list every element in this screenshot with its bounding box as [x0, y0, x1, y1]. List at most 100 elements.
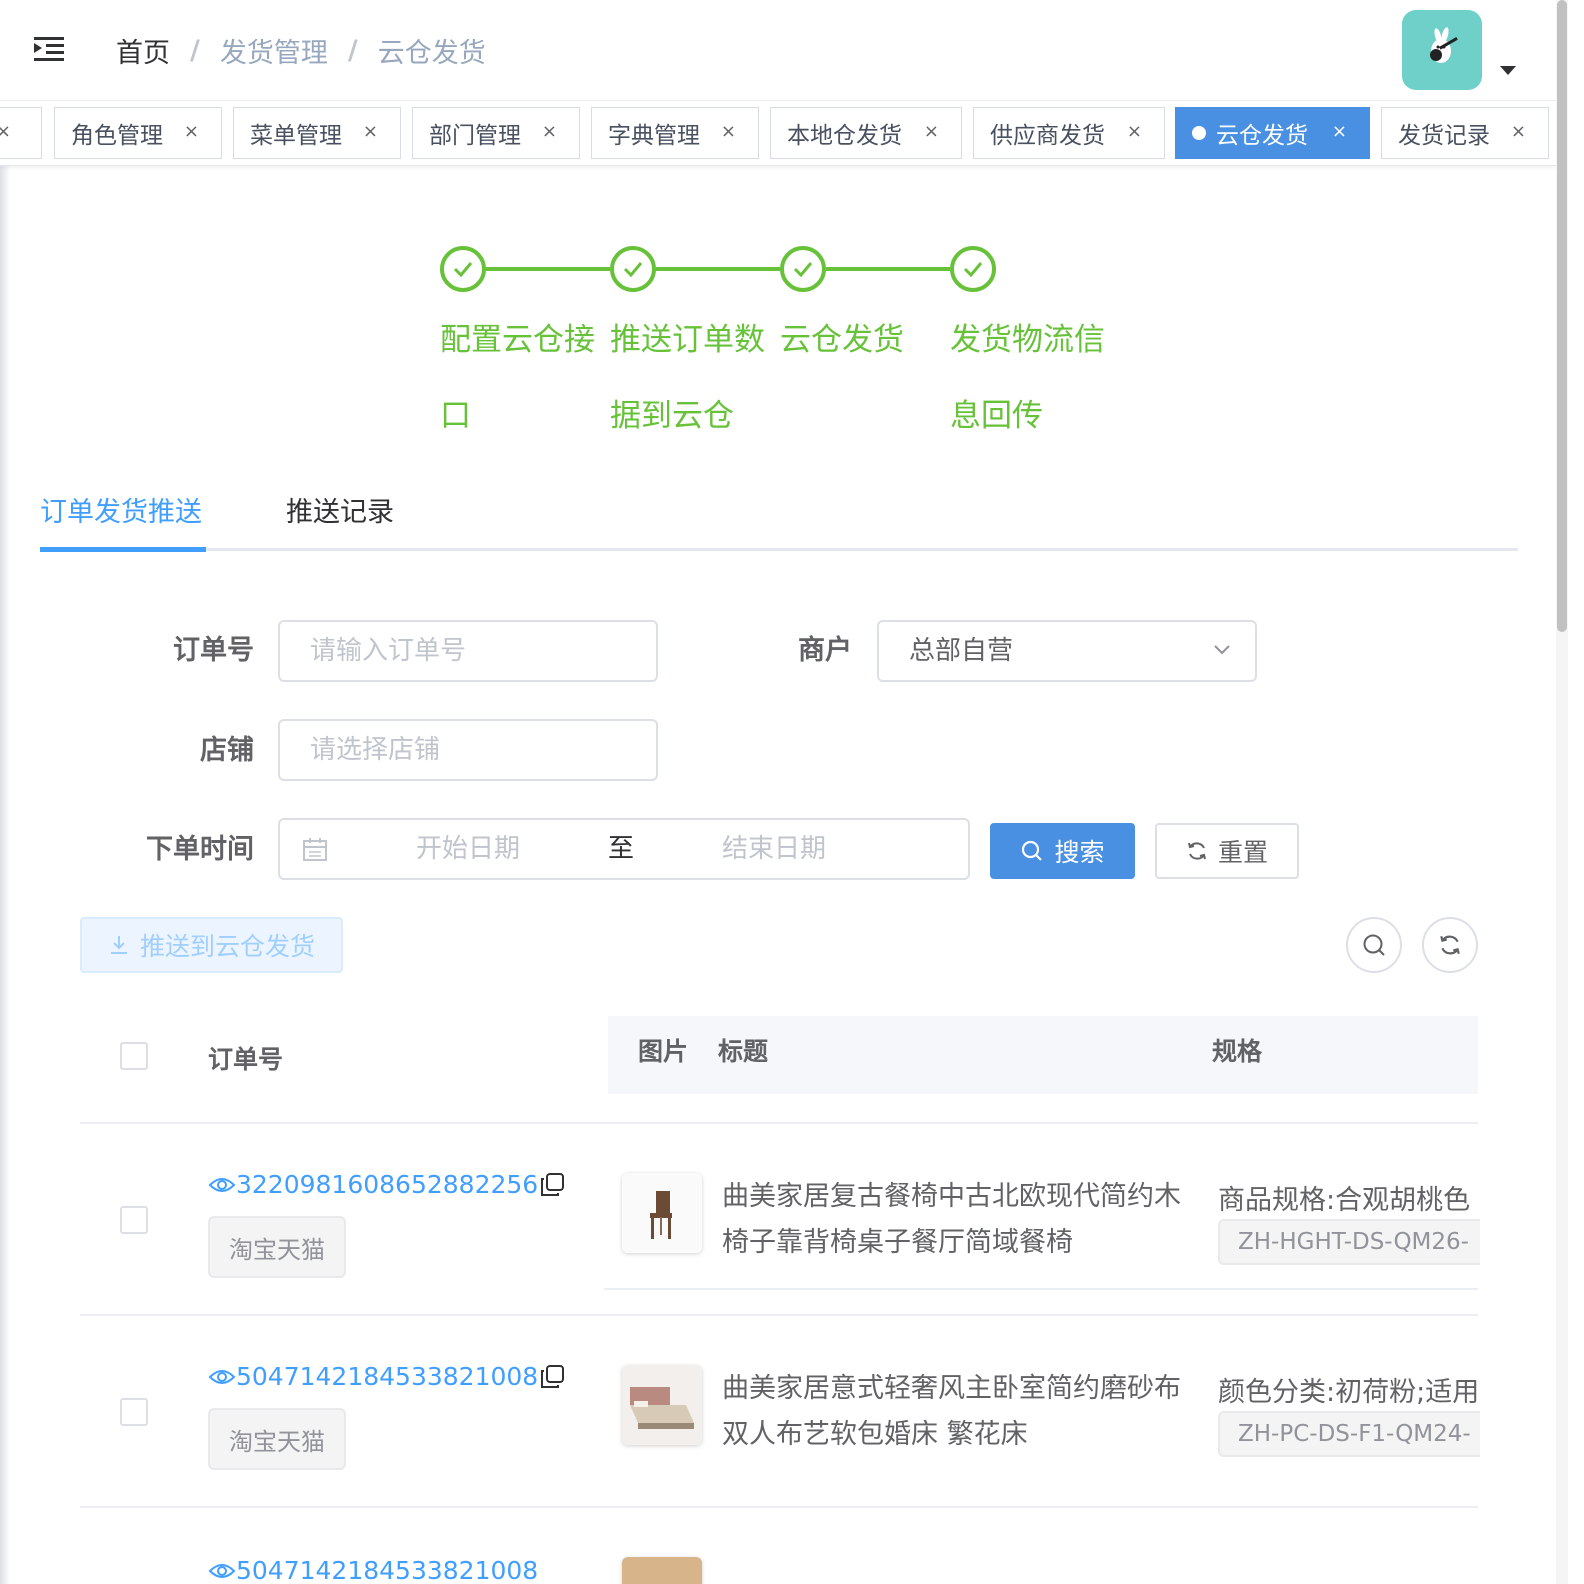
row-divider: [80, 1314, 1478, 1316]
row-divider: [80, 1506, 1478, 1508]
order-time-range-picker[interactable]: 开始日期 至 结束日期: [278, 818, 970, 880]
check-icon: [623, 262, 643, 278]
subrow-divider: [604, 1288, 1478, 1290]
row-checkbox[interactable]: [120, 1398, 148, 1426]
check-icon: [453, 262, 473, 278]
tag-label: 本地仓发货: [787, 123, 902, 149]
product-thumbnail[interactable]: [622, 1173, 702, 1253]
tag-supplier-shipping[interactable]: 供应商发货 ×: [973, 107, 1165, 159]
shop-select[interactable]: 请选择店铺: [278, 719, 658, 781]
tag-partial[interactable]: ×: [0, 107, 42, 159]
product-title: 曲美家居意式轻奢风主卧室简约磨砂布双人布艺软包婚床 繁花床: [722, 1373, 1181, 1450]
copy-icon[interactable]: [538, 1363, 566, 1391]
product-spec: 商品规格:合观胡桃色: [1218, 1185, 1471, 1216]
left-edge-shadow: [0, 0, 10, 1584]
avatar-dropdown-caret-icon[interactable]: [1500, 66, 1516, 75]
merchant-selected-value: 总部自营: [909, 636, 1014, 666]
tag-close-icon[interactable]: ×: [1511, 121, 1526, 142]
order-no-link[interactable]: 5047142184533821008: [208, 1362, 566, 1391]
calendar-icon: [303, 838, 327, 861]
active-dot-icon: [1192, 126, 1206, 140]
tag-shipping-records[interactable]: 发货记录 ×: [1381, 107, 1549, 159]
step-3-circle: [780, 246, 826, 292]
header-spec: 规格: [1212, 1037, 1263, 1066]
breadcrumb-separator: /: [347, 34, 358, 66]
tag-close-icon[interactable]: ×: [924, 121, 939, 142]
order-no-link[interactable]: 3220981608652882256: [208, 1170, 566, 1199]
tag-label: 角色管理: [71, 123, 163, 149]
navbar: 首页 / 发货管理 / 云仓发货: [0, 0, 1556, 100]
header-title: 标题: [718, 1037, 769, 1066]
refresh-icon: [1188, 842, 1206, 860]
merchant-label: 商户: [798, 635, 852, 666]
refresh-icon: [1440, 935, 1460, 955]
platform-tag: 淘宝天猫: [208, 1216, 346, 1278]
order-no-placeholder: 请输入订单号: [310, 636, 467, 666]
tabs-divider: [40, 548, 1518, 551]
tag-role-management[interactable]: 角色管理 ×: [54, 107, 222, 159]
search-button[interactable]: 搜索: [990, 823, 1135, 879]
product-spec: 颜色分类:初荷粉;适用: [1218, 1377, 1478, 1408]
tag-local-warehouse-shipping[interactable]: 本地仓发货 ×: [770, 107, 962, 159]
step-1-circle: [440, 246, 486, 292]
order-no-input[interactable]: 请输入订单号: [278, 620, 658, 682]
tag-close-icon[interactable]: ×: [184, 121, 199, 142]
tag-label: 部门管理: [429, 123, 521, 149]
product-thumbnail[interactable]: [622, 1557, 702, 1584]
breadcrumb-home[interactable]: 首页: [116, 31, 170, 70]
shop-placeholder: 请选择店铺: [310, 735, 441, 765]
order-no-link[interactable]: 5047142184533821008: [208, 1556, 538, 1584]
step-connector: [656, 267, 780, 271]
tag-close-icon[interactable]: ×: [1127, 121, 1142, 142]
tag-dept-management[interactable]: 部门管理 ×: [412, 107, 580, 159]
tag-label: 供应商发货: [990, 123, 1105, 149]
tag-close-icon[interactable]: ×: [0, 121, 11, 142]
check-icon: [793, 262, 813, 278]
step-connector: [826, 267, 950, 271]
tab-order-push[interactable]: 订单发货推送: [40, 490, 202, 536]
page-scrollbar-thumb[interactable]: [1557, 0, 1567, 632]
breadcrumb-section: 发货管理: [219, 37, 328, 69]
eye-icon: [208, 1563, 236, 1578]
start-date-placeholder[interactable]: 开始日期: [416, 820, 520, 878]
shop-label: 店铺: [200, 735, 254, 766]
step-2-circle: [610, 246, 656, 292]
search-icon: [1022, 840, 1043, 861]
push-to-cloud-button[interactable]: 推送到云仓发货: [80, 917, 343, 973]
tag-close-icon[interactable]: ×: [363, 121, 378, 142]
merchant-select[interactable]: 总部自营: [877, 620, 1257, 682]
breadcrumb: 首页 / 发货管理 / 云仓发货: [116, 30, 486, 70]
tag-cloud-warehouse-shipping[interactable]: 云仓发货 ×: [1175, 107, 1370, 159]
reset-button[interactable]: 重置: [1155, 823, 1299, 879]
tag-label: 字典管理: [608, 123, 700, 149]
refresh-table-button[interactable]: [1422, 917, 1478, 973]
tag-close-icon[interactable]: ×: [542, 121, 557, 142]
tab-active-indicator: [40, 547, 206, 552]
order-no-text: 5047142184533821008: [236, 1556, 539, 1584]
bed-image: [622, 1365, 702, 1445]
step-3-title: 云仓发货: [780, 322, 904, 358]
tag-dict-management[interactable]: 字典管理 ×: [591, 107, 759, 159]
breadcrumb-current: 云仓发货: [377, 37, 486, 69]
table-header-divider: [80, 1122, 1478, 1124]
row-checkbox[interactable]: [120, 1206, 148, 1234]
eye-icon: [208, 1177, 236, 1192]
select-all-checkbox[interactable]: [120, 1042, 148, 1070]
eye-icon: [208, 1369, 236, 1384]
end-date-placeholder[interactable]: 结束日期: [722, 820, 826, 878]
order-time-label: 下单时间: [146, 834, 254, 865]
tab-push-records[interactable]: 推送记录: [286, 490, 394, 536]
step-connector: [486, 267, 610, 271]
avatar[interactable]: [1402, 10, 1482, 90]
tags-view: × 角色管理 × 菜单管理 × 部门管理 × 字典管理 × 本地仓发货 × 供应…: [0, 100, 1556, 166]
toggle-search-button[interactable]: [1346, 917, 1402, 973]
tag-close-icon[interactable]: ×: [721, 121, 736, 142]
range-separator: 至: [608, 834, 635, 864]
copy-icon[interactable]: [538, 1171, 566, 1199]
tag-menu-management[interactable]: 菜单管理 ×: [233, 107, 401, 159]
sku-tag: ZH-HGHT-DS-QM26-: [1218, 1219, 1480, 1265]
product-thumbnail[interactable]: [622, 1365, 702, 1445]
hamburger-icon[interactable]: [30, 34, 66, 64]
tag-label: 云仓发货: [1216, 123, 1308, 149]
tag-close-icon[interactable]: ×: [1332, 121, 1347, 142]
